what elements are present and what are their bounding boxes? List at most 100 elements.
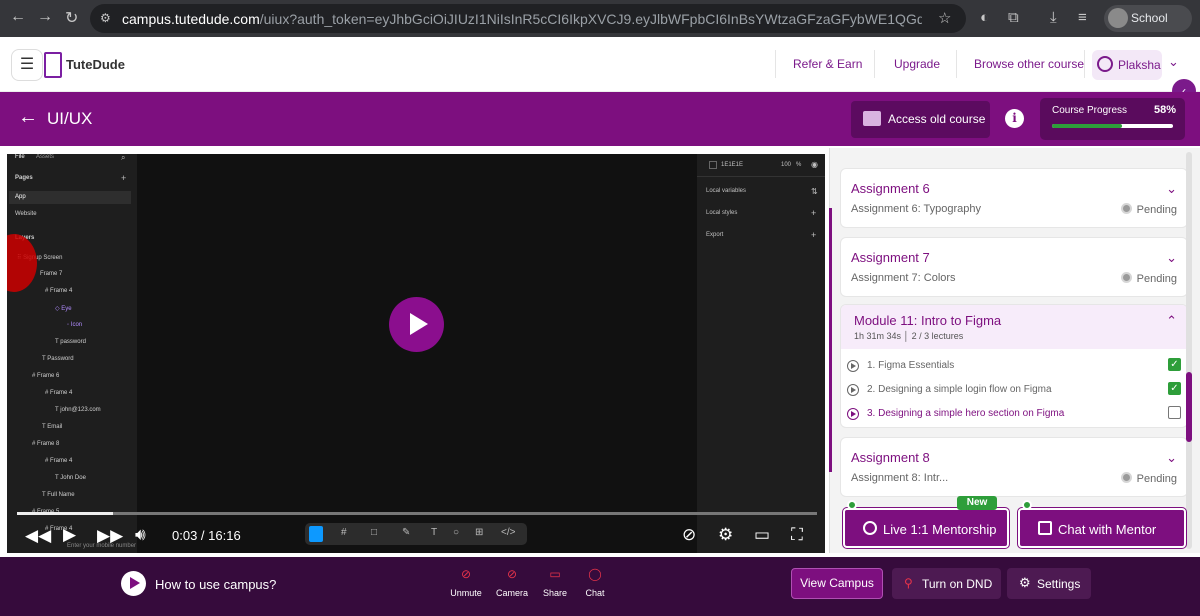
comment-tool-icon: ○ <box>453 527 460 538</box>
unmute-button[interactable]: ⊘ Unmute <box>447 563 485 605</box>
captions-off-icon[interactable]: ⊘ <box>682 525 696 545</box>
lecture-item[interactable]: 1. Figma Essentials ✓ <box>841 357 1187 381</box>
module-header[interactable]: Module 11: Intro to Figma 1h 31m 34s │ 2… <box>841 305 1187 349</box>
reload-icon[interactable]: ↻ <box>65 8 78 28</box>
chevron-down-icon[interactable]: ⌄ <box>1166 250 1177 266</box>
logo-text[interactable]: TuteDude <box>66 57 125 72</box>
dnd-button[interactable]: ⚲ Turn on DND <box>892 568 1001 599</box>
profile-button[interactable]: School <box>1104 5 1192 32</box>
lecture-checkbox[interactable]: ✓ <box>1168 382 1181 395</box>
nav-divider <box>956 50 957 78</box>
new-badge: New <box>957 496 997 510</box>
live-mentorship-button[interactable]: Live 1:1 Mentorship <box>843 508 1009 548</box>
fast-forward-icon[interactable]: ▶▶ <box>97 526 123 546</box>
assignment-title: Assignment 8 <box>851 450 930 465</box>
play-small-icon[interactable]: ▶ <box>63 525 76 545</box>
variables-icon: ⇅ <box>811 187 818 196</box>
chat-label: Chat <box>585 588 605 598</box>
lecture-title: 3. Designing a simple hero section on Fi… <box>867 408 1065 419</box>
module-meta: 1h 31m 34s │ 2 / 3 lectures <box>854 331 964 341</box>
figma-panel-row: Local variables <box>706 188 747 194</box>
assignment-card[interactable]: Assignment 8 Assignment 8: Intr... ⌄ Pen… <box>840 437 1188 497</box>
assignment-subtitle: Assignment 8: Intr... <box>851 472 949 484</box>
panel-scrollbar[interactable] <box>1186 152 1192 549</box>
chevron-down-icon[interactable]: ⌄ <box>1168 54 1179 70</box>
plus-icon: + <box>811 230 817 240</box>
video-player[interactable]: File Assets ⌕ Pages + App Website Layers… <box>7 154 825 553</box>
figma-layers-panel: File Assets ⌕ Pages + App Website Layers… <box>7 154 137 553</box>
media-control-icon[interactable]: ≡ <box>1078 9 1087 26</box>
figma-pages-label: Pages <box>15 175 33 181</box>
course-content-panel: Assignment 6 Assignment 6: Typography ⌄ … <box>830 148 1200 553</box>
lecture-checkbox[interactable] <box>1168 406 1181 419</box>
lecture-checkbox[interactable]: ✓ <box>1168 358 1181 371</box>
figma-layer-item: T john@123.com <box>55 407 101 413</box>
rewind-icon[interactable]: ◀◀ <box>25 526 51 546</box>
access-old-course-button[interactable]: Access old course <box>851 101 990 138</box>
play-button[interactable] <box>389 297 444 352</box>
chat-button[interactable]: ◯ Chat <box>576 563 614 605</box>
plus-icon: + <box>121 173 127 183</box>
figma-assets-tab: Assets <box>36 154 55 160</box>
gear-icon: ⚙ <box>1019 575 1031 590</box>
refer-earn-link[interactable]: Refer & Earn <box>793 57 862 71</box>
play-circle-icon <box>847 408 859 420</box>
bell-off-icon: ⚲ <box>904 576 913 590</box>
dev-mode-icon: </> <box>501 527 516 538</box>
view-campus-button[interactable]: View Campus <box>791 568 883 599</box>
address-bar[interactable]: ⚙ campus.tutedude.com/uiux?auth_token=ey… <box>90 4 966 33</box>
shape-tool-icon: □ <box>371 527 378 538</box>
assignment-subtitle: Assignment 7: Colors <box>851 272 956 284</box>
user-menu-button[interactable]: Plaksha <box>1092 50 1162 80</box>
share-button[interactable]: ▭ Share <box>536 563 574 605</box>
chevron-down-icon[interactable]: ⌄ <box>1166 450 1177 466</box>
panel-scrollbar-thumb[interactable] <box>1186 372 1192 442</box>
camera-off-icon: ⊘ <box>506 567 518 581</box>
browse-courses-link[interactable]: Browse other course <box>974 57 1084 71</box>
settings-button[interactable]: ⚙ Settings <box>1007 568 1091 599</box>
chevron-up-icon[interactable]: ⌃ <box>1166 313 1177 329</box>
volume-icon[interactable]: 🔊︎ <box>135 525 146 545</box>
pending-dot-icon <box>1120 203 1132 214</box>
access-old-course-label: Access old course <box>888 112 986 126</box>
assignment-card[interactable]: Assignment 7 Assignment 7: Colors ⌄ Pend… <box>840 237 1188 297</box>
download-icon[interactable]: ⤓ <box>1050 9 1057 26</box>
figma-layer-item: ◇ Eye <box>55 306 72 312</box>
extension-icon[interactable]: ◐ <box>980 9 989 26</box>
unmute-label: Unmute <box>450 588 482 598</box>
video-played-bar <box>17 512 113 515</box>
lecture-item[interactable]: 3. Designing a simple hero section on Fi… <box>841 405 1187 427</box>
hamburger-menu-button[interactable]: ☰ <box>11 49 43 81</box>
figma-layer-item: ◦ Icon <box>67 322 83 328</box>
assignment-card[interactable]: Assignment 6 Assignment 6: Typography ⌄ … <box>840 168 1188 228</box>
play-circle-icon <box>847 360 859 372</box>
howto-link[interactable]: How to use campus? <box>155 577 276 592</box>
howto-play-button[interactable] <box>121 571 146 596</box>
camera-button[interactable]: ⊘ Camera <box>493 563 531 605</box>
settings-gear-icon[interactable]: ⚙ <box>718 525 733 545</box>
back-icon[interactable]: ← <box>10 8 26 26</box>
picture-in-picture-icon[interactable]: ▭ <box>754 525 770 545</box>
figma-layer-item: T Full Name <box>42 492 75 498</box>
video-time: 0:03 / 16:16 <box>172 528 241 543</box>
chevron-down-icon[interactable]: ⌄ <box>1166 181 1177 197</box>
module-title: Module 11: Intro to Figma <box>854 313 1002 328</box>
video-seekbar[interactable] <box>17 512 817 515</box>
figma-fill-unit: % <box>796 162 802 168</box>
profile-avatar <box>1108 8 1128 28</box>
chat-with-mentor-button[interactable]: Chat with Mentor <box>1018 508 1186 548</box>
info-icon[interactable]: i <box>1005 109 1024 128</box>
fullscreen-icon[interactable]: ⛶ <box>791 525 803 545</box>
back-arrow-icon[interactable]: ← <box>18 106 38 129</box>
search-icon: ⌕ <box>121 154 126 162</box>
figma-layer-item: T Email <box>42 424 63 430</box>
site-header: ☰ TuteDude Refer & Earn Upgrade Browse o… <box>0 37 1200 103</box>
lecture-item[interactable]: 2. Designing a simple login flow on Figm… <box>841 381 1187 405</box>
upgrade-link[interactable]: Upgrade <box>894 57 940 71</box>
site-info-icon[interactable]: ⚙ <box>100 11 111 25</box>
puzzle-extensions-icon[interactable]: ⧉ <box>1008 9 1019 26</box>
bottom-bar: How to use campus? ⊘ Unmute ⊘ Camera ▭ S… <box>0 557 1200 616</box>
forward-icon[interactable]: → <box>37 8 53 26</box>
bookmark-star-icon[interactable]: ☆ <box>938 9 951 27</box>
figma-design-panel: 1E1E1E 100 % ◉ Local variables ⇅ Local s… <box>697 154 825 553</box>
